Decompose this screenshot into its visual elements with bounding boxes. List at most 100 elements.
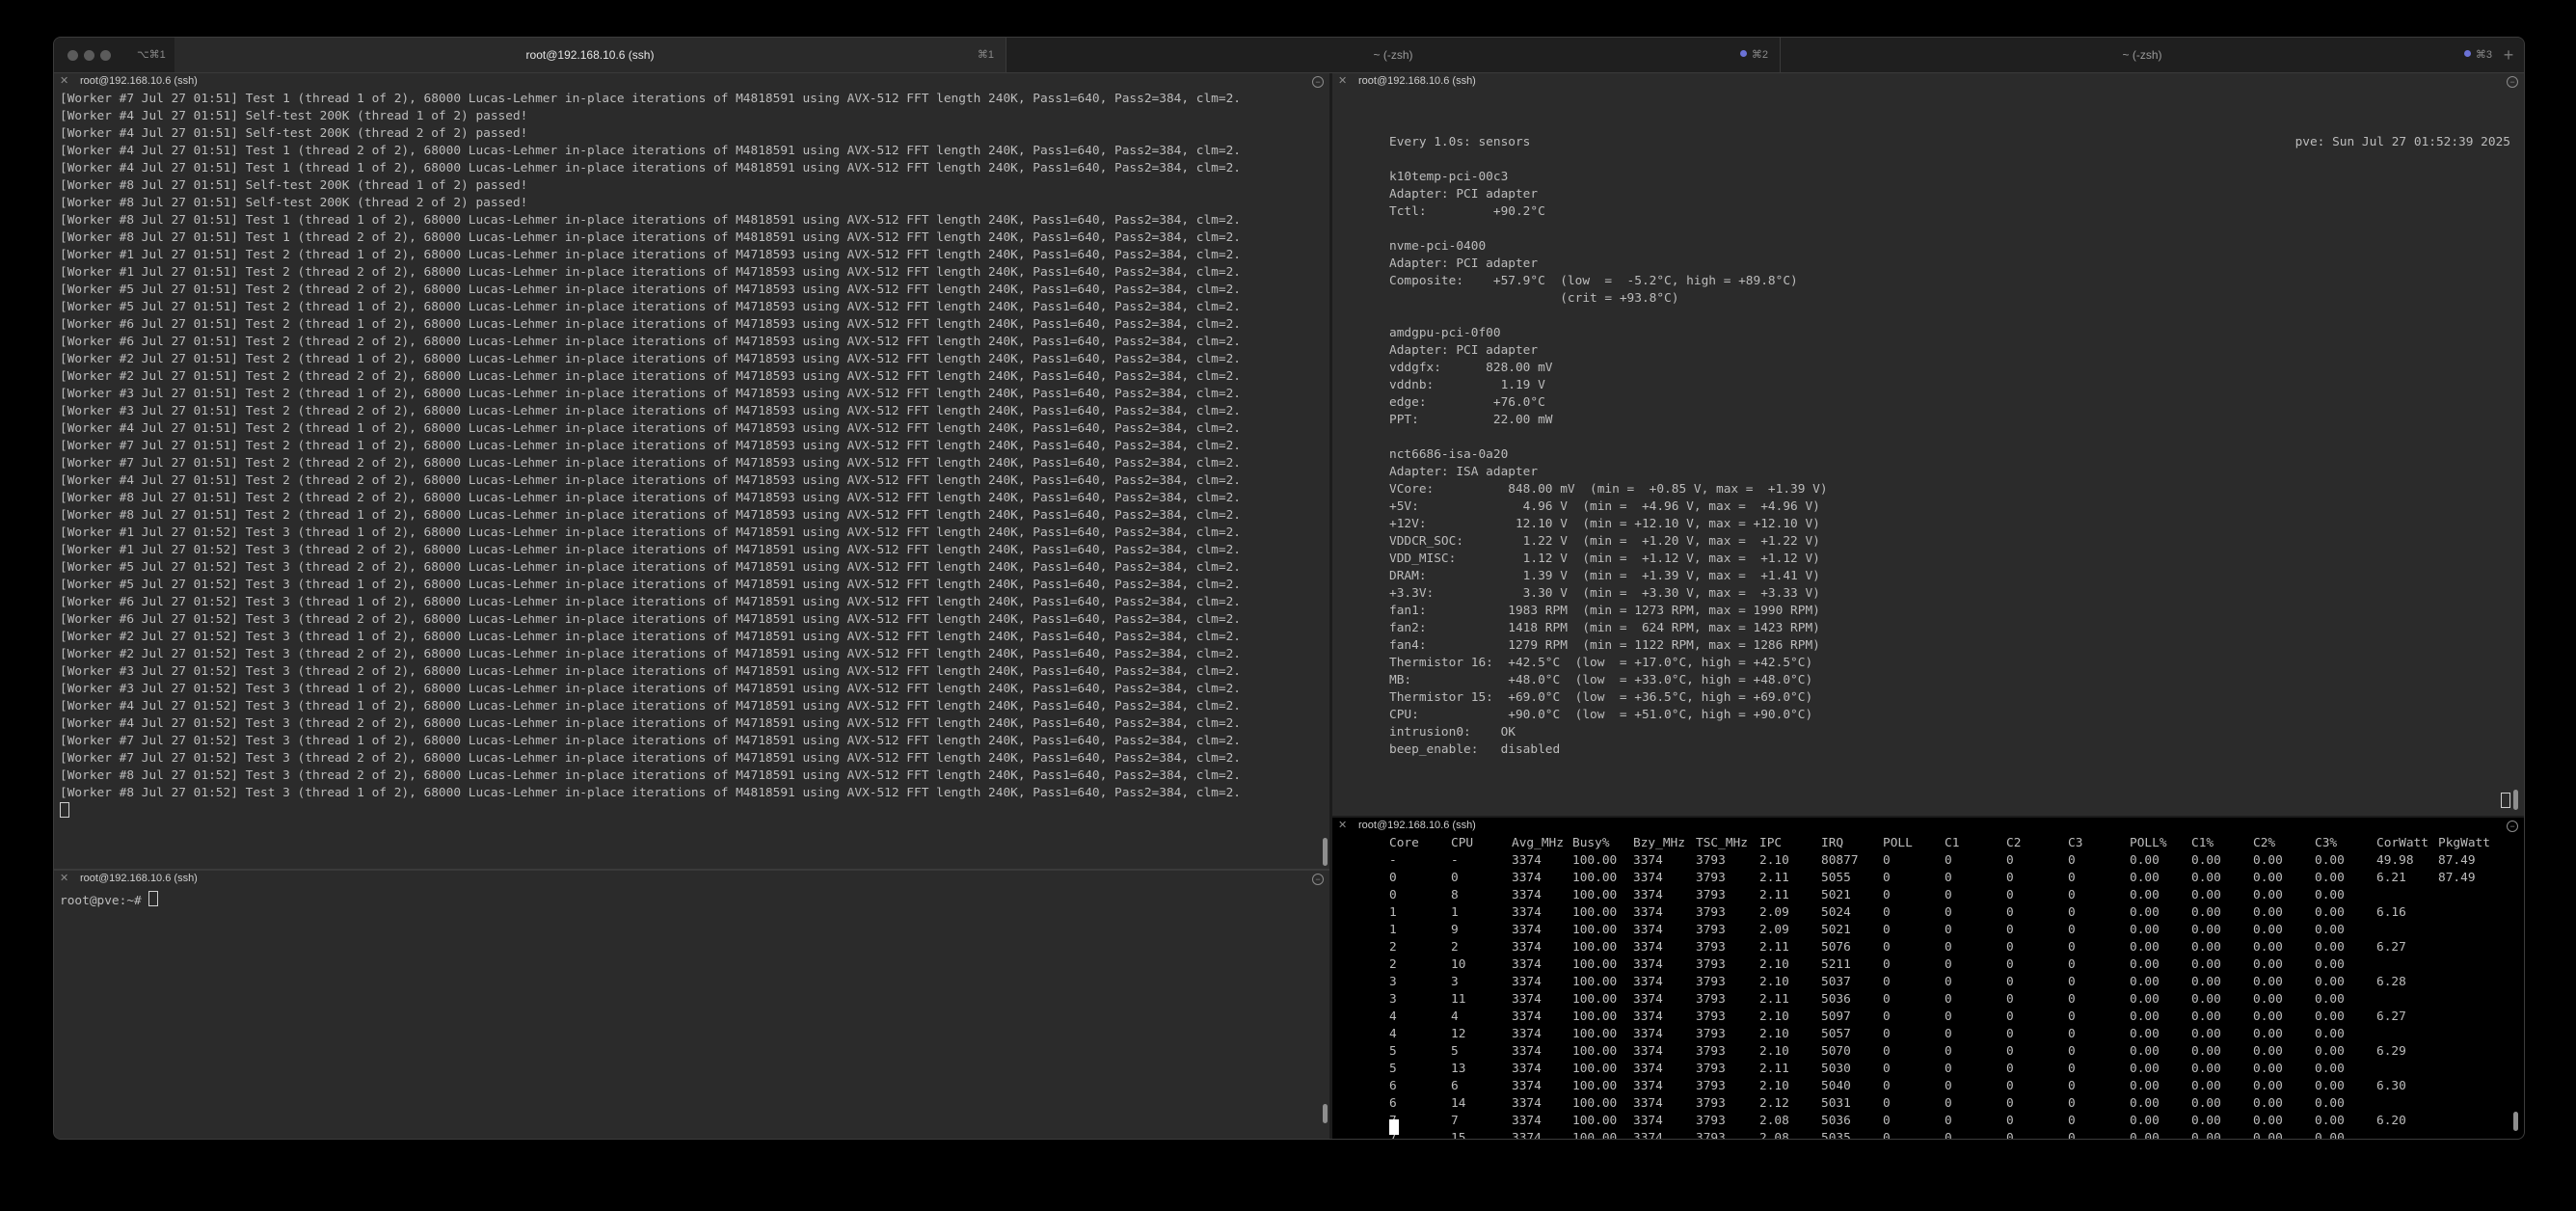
table-cell: 0 xyxy=(1945,853,1952,868)
zoom-window-button[interactable] xyxy=(100,50,111,61)
sensor-line: PPT: 22.00 mW xyxy=(1389,413,1553,427)
table-cell: 5040 xyxy=(1821,1079,1851,1093)
tab-1[interactable]: root@192.168.10.6 (ssh) ⌘1 xyxy=(174,38,1006,72)
table-cell: 100.00 xyxy=(1572,1062,1618,1076)
terminal-cursor xyxy=(60,802,69,818)
table-cell: 0 xyxy=(2006,940,2014,955)
terminal-output: [Worker #7 Jul 27 01:51] Test 1 (thread … xyxy=(60,91,1329,821)
table-cell: 0 xyxy=(2006,923,2014,937)
table-cell: 2.09 xyxy=(1759,905,1789,920)
table-cell: 0 xyxy=(2068,923,2076,937)
table-cell: 0 xyxy=(2068,905,2076,920)
scrollbar-thumb[interactable] xyxy=(2513,790,2518,810)
maximize-pane-icon[interactable]: − xyxy=(2507,76,2518,88)
minimize-window-button[interactable] xyxy=(84,50,94,61)
column-header: Bzy_MHz xyxy=(1633,836,1685,850)
table-cell: 0.00 xyxy=(2130,1009,2160,1024)
table-cell: 2.11 xyxy=(1759,992,1789,1007)
table-cell: 0.00 xyxy=(2253,1044,2283,1059)
log-line: [Worker #1 Jul 27 01:52] Test 3 (thread … xyxy=(60,525,1241,540)
table-cell: 0 xyxy=(1945,992,1952,1007)
table-cell: 0 xyxy=(2068,1096,2076,1111)
column-header: C1% xyxy=(2191,836,2214,850)
maximize-pane-icon[interactable]: − xyxy=(2507,821,2518,832)
sensor-line: nct6686-isa-0a20 xyxy=(1389,447,1509,462)
table-cell: 1 xyxy=(1389,923,1397,937)
close-pane-icon[interactable]: ✕ xyxy=(60,73,68,90)
close-pane-icon[interactable]: ✕ xyxy=(60,871,68,887)
tab-2[interactable]: ~ (-zsh) ⌘2 xyxy=(1006,38,1780,72)
pane-sensors[interactable]: ✕ root@192.168.10.6 (ssh) − Every 1.0s: … xyxy=(1332,73,2524,816)
close-pane-icon[interactable]: ✕ xyxy=(1338,818,1347,834)
log-line: [Worker #2 Jul 27 01:52] Test 3 (thread … xyxy=(60,630,1241,644)
table-cell: 3793 xyxy=(1696,905,1726,920)
table-cell: 0.00 xyxy=(2253,957,2283,972)
table-cell: 100.00 xyxy=(1572,1009,1618,1024)
table-cell: 6.16 xyxy=(2376,905,2406,920)
tab-3-label: ~ (-zsh) xyxy=(2122,48,2162,62)
log-line: [Worker #6 Jul 27 01:51] Test 2 (thread … xyxy=(60,335,1241,349)
table-cell: 5037 xyxy=(1821,975,1851,989)
scrollbar-thumb[interactable] xyxy=(2513,1112,2518,1131)
table-cell: 3374 xyxy=(1512,957,1542,972)
table-cell: 0.00 xyxy=(2191,1114,2221,1128)
table-cell: 0 xyxy=(1883,992,1891,1007)
table-cell: 3374 xyxy=(1512,1096,1542,1111)
table-cell: 0 xyxy=(2068,1114,2076,1128)
sensor-line: Adapter: PCI adapter xyxy=(1389,256,1539,271)
log-line: [Worker #2 Jul 27 01:51] Test 2 (thread … xyxy=(60,369,1241,384)
pane-mprime[interactable]: ✕ root@192.168.10.6 (ssh) − [Worker #7 J… xyxy=(54,73,1329,869)
table-cell: 0 xyxy=(2068,940,2076,955)
table-cell: 100.00 xyxy=(1572,871,1618,885)
table-cell: 0 xyxy=(1945,1114,1952,1128)
table-cell: 80877 xyxy=(1821,853,1859,868)
table-cell: 5021 xyxy=(1821,923,1851,937)
pane-shell[interactable]: ✕ root@192.168.10.6 (ssh) − root@pve:~# xyxy=(54,871,1329,1139)
sensor-line: VDDCR_SOC: 1.22 V (min = +1.20 V, max = … xyxy=(1389,534,1820,549)
table-cell: 12 xyxy=(1451,1027,1466,1041)
table-cell: 3374 xyxy=(1633,1131,1663,1139)
terminal-cursor xyxy=(148,891,159,906)
sensor-line: Adapter: PCI adapter xyxy=(1389,343,1539,358)
table-cell: 0.00 xyxy=(2253,1009,2283,1024)
sensor-line: (crit = +93.8°C) xyxy=(1389,291,1679,306)
log-line: [Worker #8 Jul 27 01:51] Test 1 (thread … xyxy=(60,213,1241,228)
table-cell: 3374 xyxy=(1512,992,1542,1007)
scrollbar-thumb[interactable] xyxy=(1323,1104,1328,1123)
table-cell: 100.00 xyxy=(1572,905,1618,920)
table-cell: 0.00 xyxy=(2191,1131,2221,1139)
table-cell: 2.10 xyxy=(1759,1044,1789,1059)
maximize-pane-icon[interactable]: − xyxy=(1312,874,1324,885)
tab-3[interactable]: ~ (-zsh) ⌘3 xyxy=(1781,38,2504,72)
table-cell: 3374 xyxy=(1512,940,1542,955)
log-line: [Worker #2 Jul 27 01:51] Test 2 (thread … xyxy=(60,352,1241,366)
table-cell: 3374 xyxy=(1633,1079,1663,1093)
table-cell: 2 xyxy=(1389,957,1397,972)
maximize-pane-icon[interactable]: − xyxy=(1312,76,1324,88)
table-cell: 0.00 xyxy=(2315,975,2345,989)
scrollbar-thumb[interactable] xyxy=(1323,838,1328,866)
log-line: [Worker #7 Jul 27 01:51] Test 2 (thread … xyxy=(60,439,1241,453)
pane-turbostat[interactable]: ✕ root@192.168.10.6 (ssh) − Core CPU Avg_M… xyxy=(1332,818,2524,1139)
close-window-button[interactable] xyxy=(67,50,78,61)
watch-host-time: pve: Sun Jul 27 01:52:39 2025 xyxy=(2294,135,2510,149)
close-pane-icon[interactable]: ✕ xyxy=(1338,73,1347,90)
table-cell: 0.00 xyxy=(2191,1044,2221,1059)
sensors-output: k10temp-pci-00c3 Adapter: PCI adapter Tc… xyxy=(1389,151,1828,759)
tab-3-shortcut: ⌘3 xyxy=(2463,38,2492,72)
table-cell: 6 xyxy=(1451,1079,1459,1093)
table-cell: 0.00 xyxy=(2253,1079,2283,1093)
table-cell: 0 xyxy=(1451,871,1459,885)
new-tab-button[interactable]: + xyxy=(2499,38,2518,72)
table-cell: 6.27 xyxy=(2376,1009,2406,1024)
table-cell: 0 xyxy=(2006,1027,2014,1041)
log-line: [Worker #3 Jul 27 01:51] Test 2 (thread … xyxy=(60,404,1241,418)
tab-1-shortcut: ⌘1 xyxy=(977,49,994,61)
table-cell: 0.00 xyxy=(2191,923,2221,937)
table-cell: 0 xyxy=(1883,888,1891,902)
table-cell: 6.27 xyxy=(2376,940,2406,955)
table-cell: 9 xyxy=(1451,923,1459,937)
table-cell: 6.28 xyxy=(2376,975,2406,989)
column-header: Core xyxy=(1389,836,1419,850)
table-cell: 100.00 xyxy=(1572,1079,1618,1093)
